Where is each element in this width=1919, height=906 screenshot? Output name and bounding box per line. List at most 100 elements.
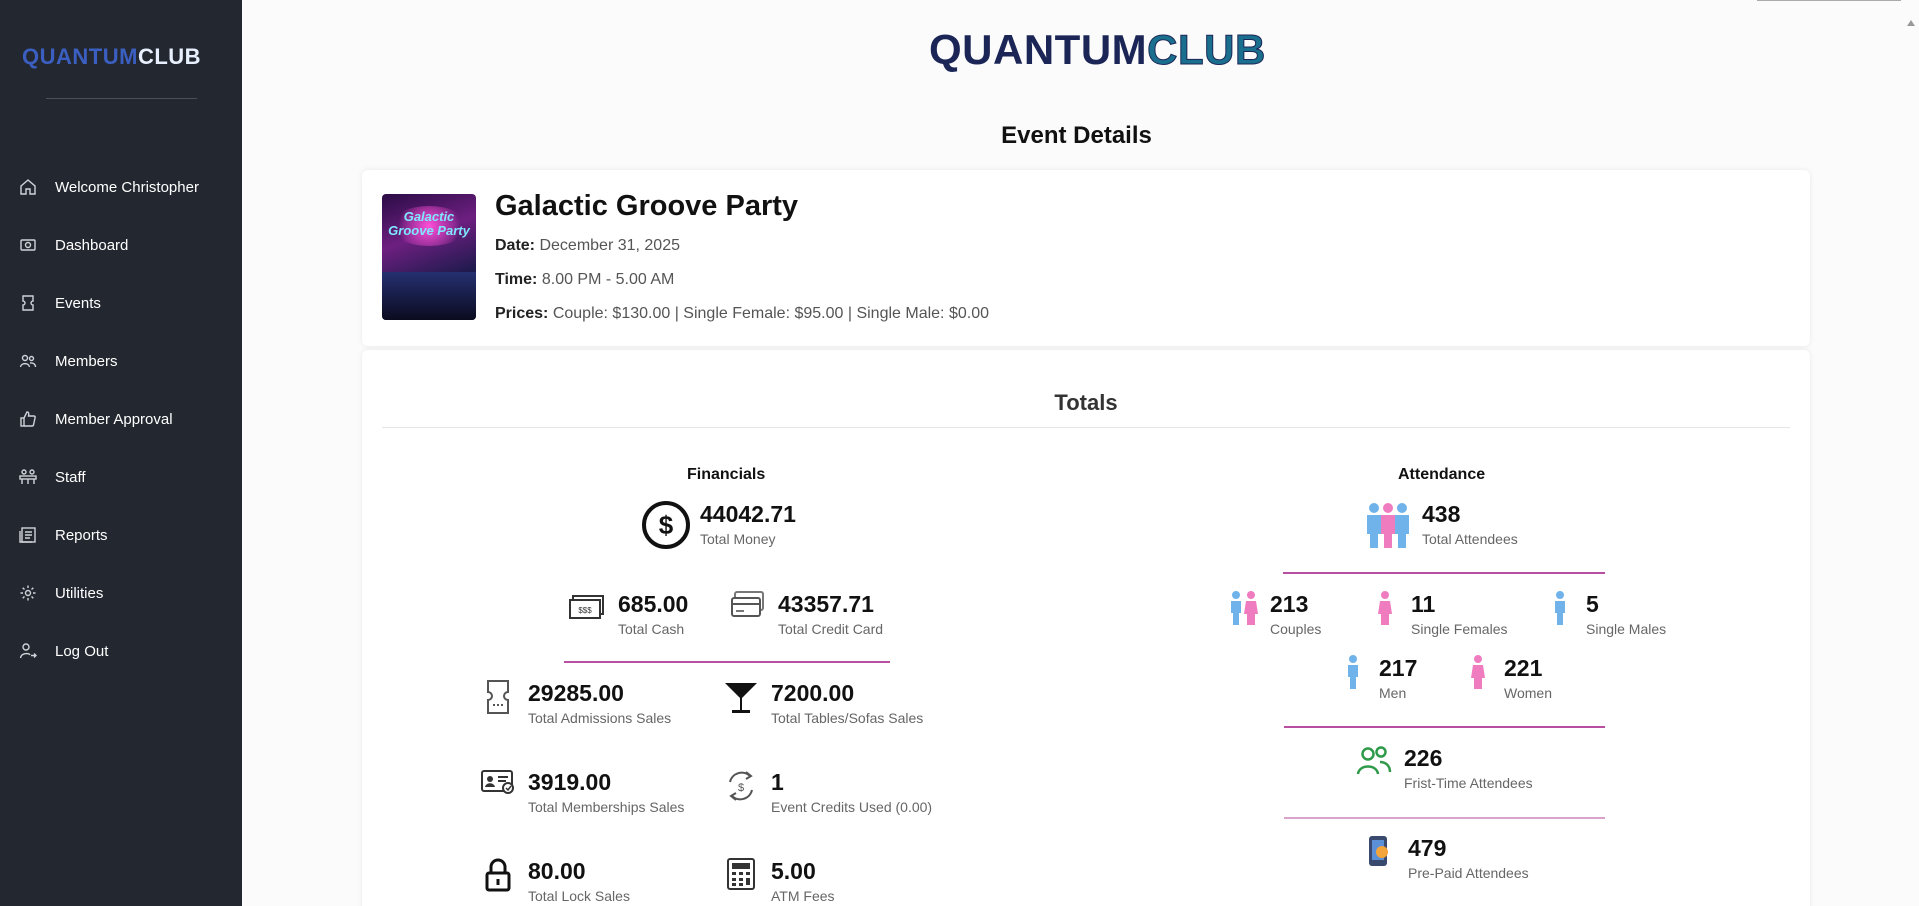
poster-title-art: Galactic Groove Party <box>388 209 470 238</box>
page-title-text: Event Details <box>1001 122 1152 149</box>
stat-label: Single Females <box>1411 621 1508 637</box>
stat-value: 685.00 <box>618 591 689 617</box>
stat-value: 213 <box>1270 591 1309 617</box>
stat-icon-wrapper: $$$ <box>562 590 614 620</box>
attendance-divider-2 <box>1284 726 1605 728</box>
stat-atm-fees: 5.00 ATM Fees <box>715 857 835 905</box>
event-poster: Galactic Groove Party <box>382 194 476 320</box>
stat-prepaid-attendees: 479 Pre-Paid Attendees <box>1352 834 1529 882</box>
stat-text: 43357.71 Total Credit Card <box>778 590 883 638</box>
stat-value: 80.00 <box>528 858 586 884</box>
sidebar-item-members[interactable]: Members <box>0 332 242 390</box>
cocktail-glass-icon <box>725 683 757 713</box>
stat-label: Pre-Paid Attendees <box>1408 865 1529 881</box>
stat-icon-wrapper <box>1327 654 1379 690</box>
stat-value: 5 <box>1586 591 1599 617</box>
group-people-icon <box>1367 503 1409 548</box>
stat-label: Total Tables/Sofas Sales <box>771 710 924 726</box>
stat-value: 479 <box>1408 835 1447 861</box>
sidebar-item-label: Member Approval <box>55 410 173 428</box>
sidebar-item-welcome[interactable]: Welcome Christopher <box>0 158 242 216</box>
reports-icon <box>19 527 36 543</box>
stat-total-cash: $$$ 685.00 Total Cash <box>562 590 688 638</box>
logo-text-quantum: QUANTUM <box>929 26 1148 73</box>
stat-label: Total Credit Card <box>778 621 884 637</box>
stat-label: Total Money <box>700 531 776 547</box>
stat-label: Men <box>1379 685 1407 701</box>
stat-value: 217 <box>1379 655 1418 681</box>
ticket-icon <box>22 295 34 311</box>
totals-title: Totals <box>1054 390 1118 415</box>
stat-text: 221 Women <box>1504 654 1552 702</box>
staff-icon <box>19 469 37 484</box>
sidebar-item-member-approval[interactable]: Member Approval <box>0 390 242 448</box>
stat-total-attendees: 438 Total Attendees <box>1362 500 1518 550</box>
stat-icon-wrapper <box>1348 744 1400 778</box>
stat-text: 80.00 Total Lock Sales <box>528 857 630 905</box>
stat-icon-wrapper: $ <box>640 500 692 550</box>
stat-label: Total Memberships Sales <box>528 799 685 815</box>
credit-card-icon <box>731 591 764 617</box>
sidebar-item-logout[interactable]: Log Out <box>0 622 242 680</box>
stat-women: 221 Women <box>1452 654 1552 702</box>
stat-text: 217 Men <box>1379 654 1417 702</box>
sidebar-item-label: Reports <box>55 526 108 544</box>
sidebar-item-label: Welcome Christopher <box>55 178 199 196</box>
stat-text: 213 Couples <box>1270 590 1321 638</box>
attendance-divider-3 <box>1284 817 1605 819</box>
stat-value: 7200.00 <box>771 680 855 706</box>
stat-single-females: 11 Single Females <box>1359 590 1508 638</box>
logo-text-club: CLUB <box>1147 26 1266 74</box>
event-card: Galactic Groove Party Galactic Groove Pa… <box>362 170 1810 346</box>
logo-text-club: CLUB <box>137 44 202 69</box>
attendance-divider-1 <box>1283 572 1605 574</box>
stat-couples: 213 Couples <box>1218 590 1321 638</box>
stat-icon-wrapper <box>472 679 524 715</box>
sidebar-item-events[interactable]: Events <box>0 274 242 332</box>
stat-total-money: $ 44042.71 Total Money <box>640 500 796 550</box>
stat-men: 217 Men <box>1327 654 1417 702</box>
stat-label: Event Credits Used (0.00) <box>771 799 933 815</box>
stat-text: 11 Single Females <box>1411 590 1508 638</box>
stat-value: 5.00 <box>771 858 816 884</box>
male-person-icon <box>1555 591 1565 625</box>
event-date-value: December 31, 2025 <box>539 237 680 254</box>
stat-icon-wrapper <box>1359 590 1411 626</box>
female-person-icon <box>1378 591 1392 625</box>
stat-icon-wrapper <box>1352 834 1404 868</box>
stat-text: 5.00 ATM Fees <box>771 857 835 905</box>
sidebar-item-dashboard[interactable]: Dashboard <box>0 216 242 274</box>
sidebar-item-staff[interactable]: Staff <box>0 448 242 506</box>
stat-memberships-sales: 3919.00 Total Memberships Sales <box>472 768 684 816</box>
stat-icon-wrapper <box>1362 500 1414 550</box>
users-icon <box>1356 746 1392 775</box>
scroll-up-arrow-icon[interactable] <box>1906 18 1916 28</box>
stat-text: 438 Total Attendees <box>1422 500 1518 548</box>
sidebar-item-utilities[interactable]: Utilities <box>0 564 242 622</box>
stat-first-time-attendees: 226 Frist-Time Attendees <box>1348 744 1533 792</box>
stat-label: ATM Fees <box>771 888 835 904</box>
stat-text: 7200.00 Total Tables/Sofas Sales <box>771 679 923 727</box>
stat-value: 11 <box>1411 591 1436 617</box>
stat-icon-wrapper <box>1452 654 1504 690</box>
couple-icon <box>1231 591 1258 625</box>
stat-icon-wrapper <box>472 768 524 796</box>
stat-event-credits: $ 1 Event Credits Used (0.00) <box>715 768 932 816</box>
poster-crowd <box>382 272 476 320</box>
stat-single-males: 5 Single Males <box>1534 590 1666 638</box>
stat-text: 29285.00 Total Admissions Sales <box>528 679 671 727</box>
sidebar-logo[interactable]: QUANTUMCLUB <box>22 44 201 70</box>
sidebar-item-label: Members <box>55 352 118 370</box>
stat-value: 226 <box>1404 745 1443 771</box>
thumbs-up-icon <box>20 411 36 427</box>
padlock-icon <box>485 858 511 892</box>
home-icon <box>20 179 36 195</box>
sidebar-item-reports[interactable]: Reports <box>0 506 242 564</box>
mobile-payment-icon <box>1369 836 1388 866</box>
event-date-label: Date: <box>495 237 536 254</box>
stat-icon-wrapper <box>715 857 767 891</box>
stat-text: 685.00 Total Cash <box>618 590 688 638</box>
gear-icon <box>20 585 36 601</box>
stat-label: Single Males <box>1586 621 1667 637</box>
sidebar-divider <box>46 98 197 99</box>
